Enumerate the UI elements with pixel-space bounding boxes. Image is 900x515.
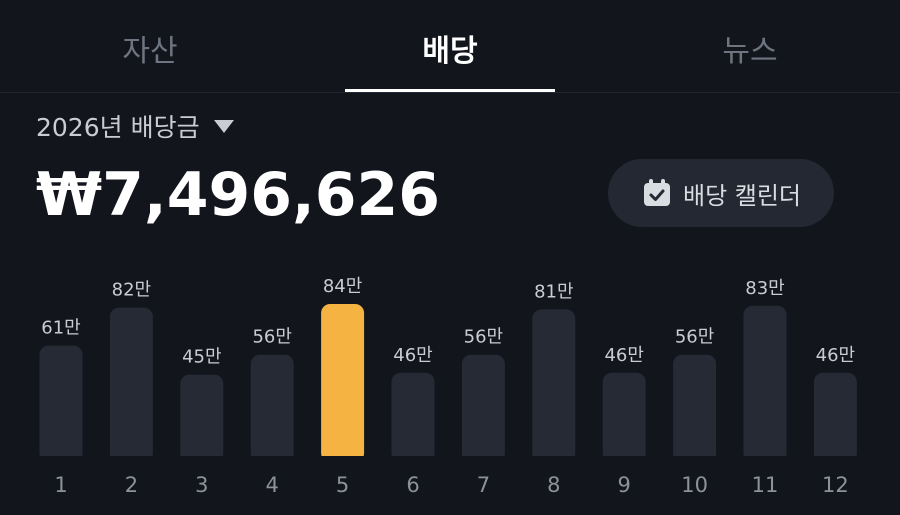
bar-value-label: 83만 — [745, 278, 784, 299]
bar-value-label: 46만 — [816, 345, 855, 366]
monthly-dividend-chart: 61만 1 82만 2 45만 3 56만 4 84만 5 46만 6 56만 7 81만 8 46만 9 56만 1… — [0, 260, 900, 515]
total-dividend-amount: ₩7,496,626 — [36, 160, 441, 230]
bar-month-7[interactable] — [461, 354, 505, 462]
tab-assets[interactable]: 자산 — [45, 0, 255, 92]
bar-month-9[interactable] — [602, 372, 646, 462]
bar-base-mask — [532, 456, 576, 464]
month-tick-label: 3 — [195, 473, 208, 497]
bar-value-label: 56만 — [252, 327, 291, 348]
calendar-check-icon — [641, 177, 673, 209]
month-tick-label: 6 — [406, 473, 419, 497]
bar-month-1[interactable] — [39, 345, 83, 462]
bar-base-mask — [39, 456, 83, 464]
month-tick-label: 7 — [477, 473, 490, 497]
month-tick-label: 4 — [266, 473, 279, 497]
month-tick-label: 2 — [125, 473, 138, 497]
bar-value-label: 46만 — [393, 345, 432, 366]
bar-month-8[interactable] — [532, 309, 576, 462]
month-tick-label: 11 — [752, 473, 779, 497]
tab-bar: 자산 배당 뉴스 — [0, 0, 900, 93]
bar-month-10[interactable] — [673, 354, 717, 462]
bar-value-label: 81만 — [534, 281, 573, 302]
bar-month-2[interactable] — [109, 307, 153, 462]
bar-base-mask — [180, 456, 224, 464]
bar-month-4[interactable] — [250, 354, 294, 462]
bar-value-label: 56만 — [675, 327, 714, 348]
bar-base-mask — [743, 456, 787, 464]
bar-value-label: 61만 — [41, 318, 80, 339]
bar-month-11[interactable] — [743, 305, 787, 462]
year-selector-label: 2026년 배당금 — [36, 113, 200, 142]
bar-value-label: 56만 — [464, 327, 503, 348]
month-tick-label: 1 — [54, 473, 67, 497]
year-selector[interactable]: 2026년 배당금 — [36, 108, 234, 144]
bar-base-mask — [461, 456, 505, 464]
tab-dividends[interactable]: 배당 — [345, 0, 555, 92]
month-tick-label: 5 — [336, 473, 349, 497]
bar-value-label: 84만 — [323, 276, 362, 297]
bar-value-label: 45만 — [182, 347, 221, 368]
bar-value-label: 46만 — [604, 345, 643, 366]
bar-value-label: 82만 — [112, 280, 151, 301]
bar-month-6[interactable] — [391, 372, 435, 462]
month-tick-label: 8 — [547, 473, 560, 497]
bar-base-mask — [391, 456, 435, 464]
active-tab-indicator — [345, 89, 555, 92]
caret-down-icon — [213, 119, 234, 133]
dividend-calendar-button[interactable]: 배당 캘린더 — [608, 159, 834, 227]
bar-month-3[interactable] — [180, 374, 224, 462]
monthly-dividend-chart-svg: 61만 1 82만 2 45만 3 56만 4 84만 5 46만 6 56만 7 81만 8 46만 9 56만 1… — [39, 276, 857, 497]
month-tick-label: 9 — [618, 473, 631, 497]
bar-base-mask — [109, 456, 153, 464]
dividend-calendar-label: 배당 캘린더 — [682, 181, 802, 210]
tab-news[interactable]: 뉴스 — [645, 0, 855, 92]
bar-base-mask — [602, 456, 646, 464]
bar-month-12[interactable] — [813, 372, 857, 462]
bar-month-5[interactable] — [321, 304, 365, 462]
bar-base-mask — [321, 456, 365, 464]
month-tick-label: 12 — [822, 473, 849, 497]
month-tick-label: 10 — [681, 473, 708, 497]
bar-base-mask — [250, 456, 294, 464]
bar-base-mask — [673, 456, 717, 464]
bar-base-mask — [813, 456, 857, 464]
